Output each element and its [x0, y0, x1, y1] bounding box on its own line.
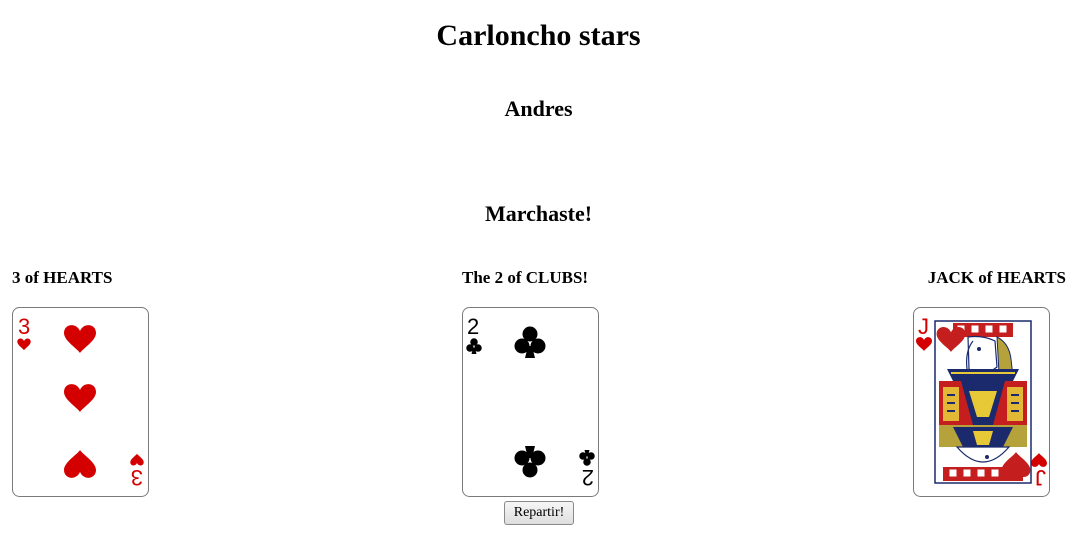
card-two-of-clubs: 2 2 — [462, 307, 599, 497]
player-name: Andres — [504, 96, 573, 121]
result-message: Marchaste! — [484, 201, 593, 226]
rank-top: J — [918, 314, 929, 339]
card-caption-left: 3 of HEARTS — [12, 268, 113, 287]
card-caption-right: JACK of HEARTS — [927, 268, 1066, 287]
card-caption-center: The 2 of CLUBS! — [462, 268, 589, 287]
rank-bottom: 3 — [131, 465, 143, 490]
rank-bottom: 2 — [582, 465, 594, 490]
card-jack-of-hearts: J J — [913, 307, 1050, 497]
rank-bottom: J — [1035, 465, 1046, 490]
card-three-of-hearts: 3 3 — [12, 307, 149, 497]
game-title: Carloncho stars — [436, 19, 641, 52]
deal-button[interactable]: Repartir! — [504, 501, 574, 525]
rank-top: 2 — [467, 314, 479, 339]
jack-portrait-icon — [934, 320, 1032, 484]
card-slot-left: 3 of HEARTS 3 3 — [12, 268, 212, 497]
rank-top: 3 — [18, 314, 30, 339]
